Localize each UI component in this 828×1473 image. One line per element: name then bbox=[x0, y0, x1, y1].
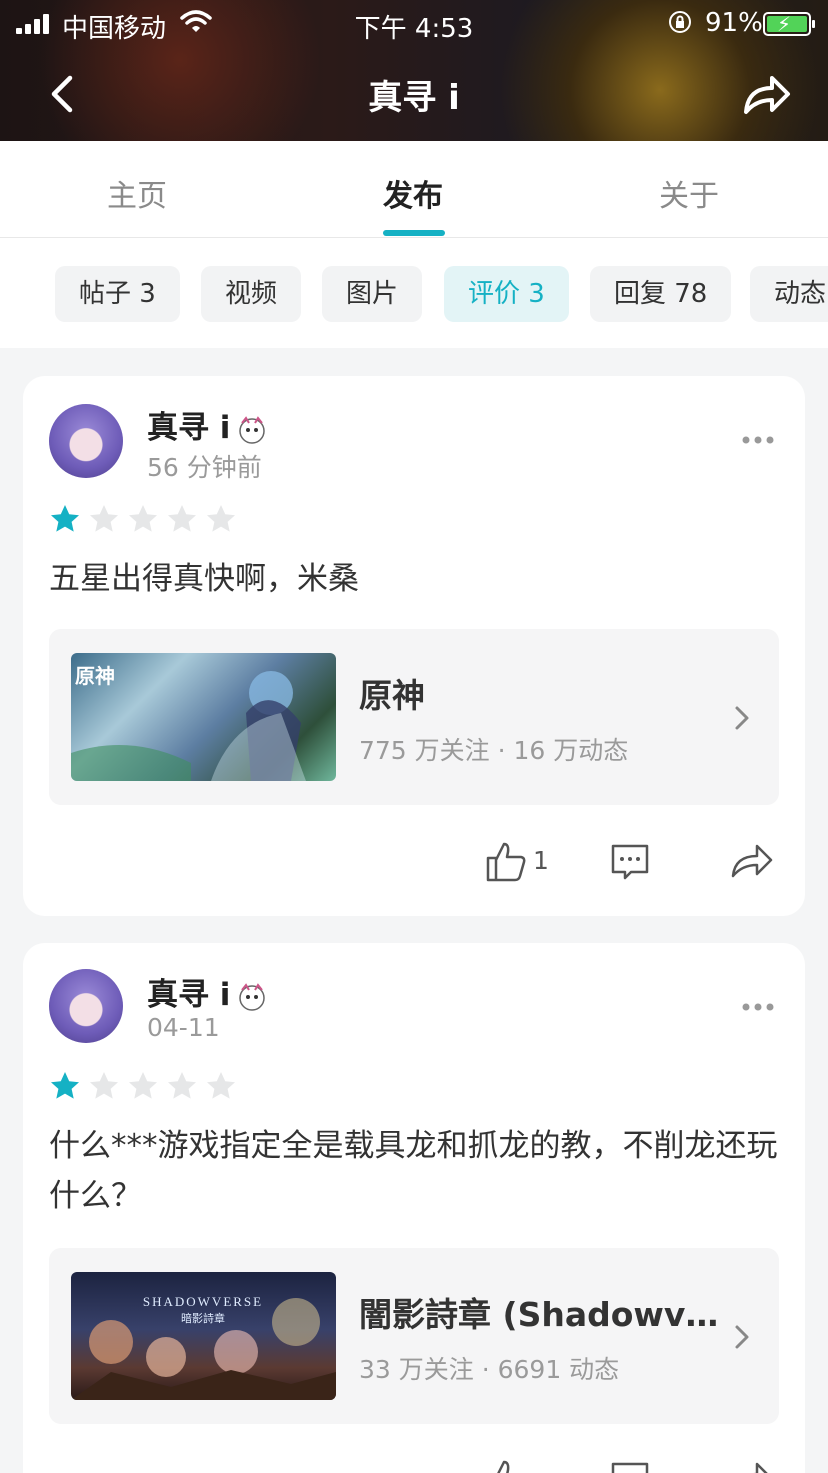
avatar[interactable] bbox=[49, 969, 123, 1043]
star-empty-icon bbox=[168, 1072, 196, 1099]
post-time: 04-11 bbox=[147, 1013, 220, 1042]
like-count: 1 bbox=[533, 846, 549, 875]
game-cover-image: SHADOWVERSE 暗影詩章 bbox=[71, 1272, 336, 1400]
post-time: 56 分钟前 bbox=[147, 453, 262, 482]
profile-header: 中国移动 下午 4:53 91% ⚡ 真寻 i bbox=[0, 0, 828, 141]
filter-videos[interactable]: 视频 bbox=[201, 266, 302, 322]
filter-replies[interactable]: 回复 78 bbox=[590, 266, 732, 322]
game-logo-text: SHADOWVERSE bbox=[143, 1294, 263, 1309]
page-title: 真寻 i bbox=[368, 78, 460, 118]
username[interactable]: 真寻 i bbox=[147, 969, 268, 1014]
star-empty-icon bbox=[90, 505, 118, 532]
share-icon[interactable] bbox=[729, 840, 775, 882]
game-title: 闇影詩章 (Shadowverse) bbox=[359, 1295, 719, 1334]
tab-about[interactable]: 关于 bbox=[589, 171, 789, 215]
action-bar bbox=[23, 1458, 805, 1473]
orientation-lock-icon bbox=[669, 11, 691, 33]
star-empty-icon bbox=[168, 505, 196, 532]
username-text: 真寻 i bbox=[147, 410, 231, 446]
battery-percent: 91% bbox=[705, 8, 763, 38]
clock: 下午 4:53 bbox=[354, 14, 474, 44]
status-bar: 中国移动 下午 4:53 91% ⚡ bbox=[0, 0, 828, 46]
game-cover-image: 原神 bbox=[71, 653, 336, 781]
filter-images[interactable]: 图片 bbox=[322, 266, 423, 322]
mascot-badge-icon bbox=[239, 982, 266, 1011]
review-text: 五星出得真快啊，米桑 bbox=[49, 561, 359, 597]
more-icon[interactable] bbox=[741, 435, 775, 445]
star-empty-icon bbox=[207, 505, 235, 532]
star-empty-icon bbox=[129, 1072, 157, 1099]
star-filled-icon bbox=[51, 1072, 79, 1099]
username[interactable]: 真寻 i bbox=[147, 402, 268, 447]
mascot-badge-icon bbox=[239, 415, 266, 444]
star-rating bbox=[49, 503, 244, 537]
game-stats: 775 万关注 · 16 万动态 bbox=[359, 736, 629, 765]
game-stats: 33 万关注 · 6691 动态 bbox=[359, 1355, 620, 1384]
review-card[interactable]: 真寻 i 56 分钟前 五星出得真快啊，米桑 原神 原神 775 万关注 · 1… bbox=[23, 376, 805, 916]
game-logo-subtext: 暗影詩章 bbox=[181, 1311, 225, 1325]
chevron-right-icon bbox=[735, 706, 749, 730]
share-button[interactable] bbox=[740, 70, 792, 118]
game-artwork: 原神 bbox=[71, 664, 306, 781]
profile-tabs: 主页 发布 关于 bbox=[0, 141, 828, 238]
review-text: 什么***游戏指定全是载具龙和抓龙的教，不削龙还玩什么？ bbox=[49, 1128, 778, 1214]
review-card[interactable]: 真寻 i 04-11 什么***游戏指定全是载具龙和抓龙的教，不削龙还玩什么？ … bbox=[23, 943, 805, 1473]
active-tab-indicator bbox=[383, 230, 445, 236]
game-card[interactable]: 原神 原神 775 万关注 · 16 万动态 bbox=[49, 629, 779, 805]
star-filled-icon bbox=[51, 505, 79, 532]
filter-bar: 帖子 3 视频 图片 评价 3 回复 78 动态 bbox=[0, 238, 828, 348]
username-text: 真寻 i bbox=[147, 977, 231, 1013]
battery-icon: ⚡ bbox=[763, 12, 815, 36]
tab-home[interactable]: 主页 bbox=[37, 171, 237, 215]
star-rating bbox=[49, 1070, 244, 1104]
star-empty-icon bbox=[90, 1072, 118, 1099]
game-artwork: SHADOWVERSE 暗影詩章 bbox=[71, 1294, 336, 1400]
filter-activity[interactable]: 动态 bbox=[750, 266, 828, 322]
game-title: 原神 bbox=[359, 676, 425, 715]
filter-posts[interactable]: 帖子 3 bbox=[55, 266, 180, 322]
avatar[interactable] bbox=[49, 404, 123, 478]
more-icon[interactable] bbox=[741, 1002, 775, 1012]
share-icon[interactable] bbox=[729, 1458, 775, 1473]
game-logo-text: 原神 bbox=[75, 664, 115, 688]
star-empty-icon bbox=[129, 505, 157, 532]
comment-icon[interactable] bbox=[609, 840, 651, 882]
filter-reviews[interactable]: 评价 3 bbox=[444, 266, 569, 322]
comment-icon[interactable] bbox=[609, 1458, 651, 1473]
game-card[interactable]: SHADOWVERSE 暗影詩章 闇影詩章 (Shadowverse) 33 万… bbox=[49, 1248, 779, 1424]
tab-posts[interactable]: 发布 bbox=[313, 171, 513, 215]
chevron-right-icon bbox=[735, 1325, 749, 1349]
like-icon[interactable] bbox=[485, 840, 527, 882]
action-bar: 1 bbox=[23, 840, 805, 890]
star-empty-icon bbox=[207, 1072, 235, 1099]
like-icon[interactable] bbox=[485, 1458, 527, 1473]
